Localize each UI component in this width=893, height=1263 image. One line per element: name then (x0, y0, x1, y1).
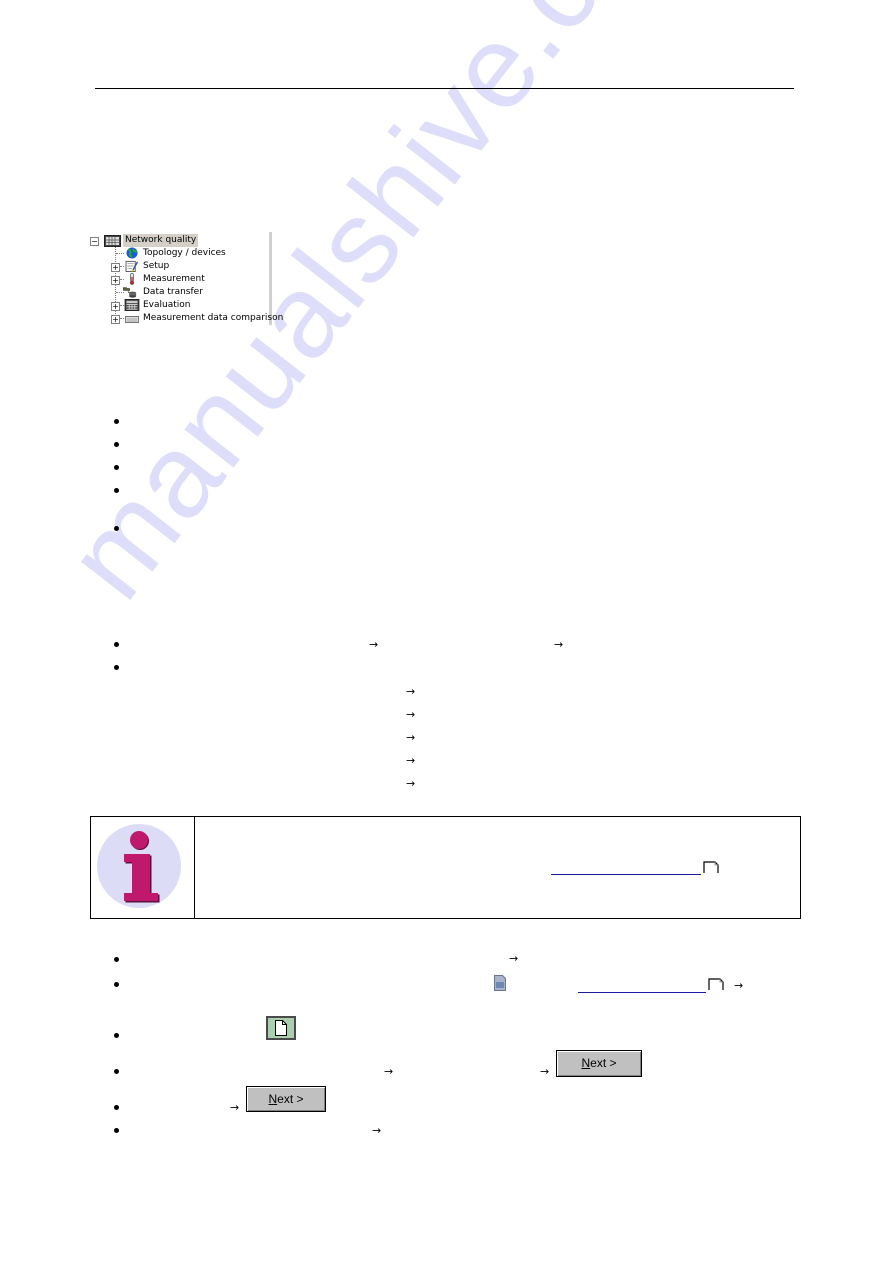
arrow-icon: → (372, 1124, 382, 1137)
arrow-icon: → (406, 708, 416, 721)
tree-item-label: Evaluation (143, 300, 191, 310)
next-button-label: ext > (590, 1056, 617, 1070)
bullet (114, 957, 119, 962)
tree-item-label: Measurement (143, 274, 205, 284)
bullet (114, 419, 119, 424)
expand-toggle[interactable]: + (111, 302, 120, 311)
database-transfer-icon (123, 287, 137, 298)
thermometer-icon (129, 273, 135, 285)
arrow-icon: → (406, 754, 416, 767)
bullet (114, 665, 119, 670)
new-file-icon (275, 1020, 287, 1036)
drive-icon (125, 316, 139, 323)
document-icon (494, 975, 506, 991)
arrow-icon: → (554, 638, 564, 651)
bullet (114, 442, 119, 447)
tree-item-label: Setup (143, 261, 170, 271)
arrow-icon: → (384, 1065, 394, 1078)
tree-item-label: Data transfer (143, 287, 203, 297)
header-rule (95, 88, 794, 89)
bullet (114, 1033, 119, 1038)
bullet (114, 642, 119, 647)
expand-toggle[interactable]: + (111, 276, 120, 285)
bullet (114, 982, 119, 987)
globe-icon (126, 247, 138, 259)
tree-view[interactable]: − Network quality Topology / devices + S… (88, 232, 283, 326)
calculator-icon (124, 299, 140, 311)
tree-item-label: Topology / devices (143, 248, 226, 258)
expand-toggle[interactable]: + (111, 263, 120, 272)
next-button[interactable]: Next > (556, 1050, 642, 1077)
arrow-icon: → (230, 1101, 240, 1114)
notepad-icon (125, 260, 139, 272)
tree-root-label: Network quality (123, 234, 199, 247)
page-reference-link[interactable] (551, 874, 701, 875)
bullet (114, 1128, 119, 1133)
bullet (114, 1105, 119, 1110)
tree-item-label: Measurement data comparison (143, 313, 284, 323)
grid-icon (104, 235, 121, 247)
arrow-icon: → (406, 777, 416, 790)
new-file-button[interactable] (266, 1016, 296, 1040)
info-icon (97, 824, 181, 908)
bullet (114, 488, 119, 493)
collapse-toggle[interactable]: − (90, 237, 99, 246)
next-button-mnemonic: N (268, 1092, 278, 1106)
next-button[interactable]: Next > (246, 1086, 326, 1112)
page-reference-icon (708, 978, 724, 990)
bullet (114, 465, 119, 470)
page-reference-link[interactable] (578, 992, 706, 993)
arrow-icon: → (369, 638, 379, 651)
arrow-icon: → (509, 952, 519, 965)
arrow-icon: → (540, 1065, 550, 1078)
page-reference-icon (703, 861, 719, 873)
arrow-icon: → (406, 731, 416, 744)
next-button-mnemonic: N (581, 1056, 591, 1070)
info-box-divider (194, 817, 195, 918)
info-note-box (90, 816, 801, 919)
arrow-icon: → (734, 979, 744, 992)
bullet (114, 1069, 119, 1074)
expand-toggle[interactable]: + (111, 315, 120, 324)
bullet (114, 526, 119, 531)
next-button-label: ext > (277, 1092, 304, 1106)
arrow-icon: → (406, 685, 416, 698)
